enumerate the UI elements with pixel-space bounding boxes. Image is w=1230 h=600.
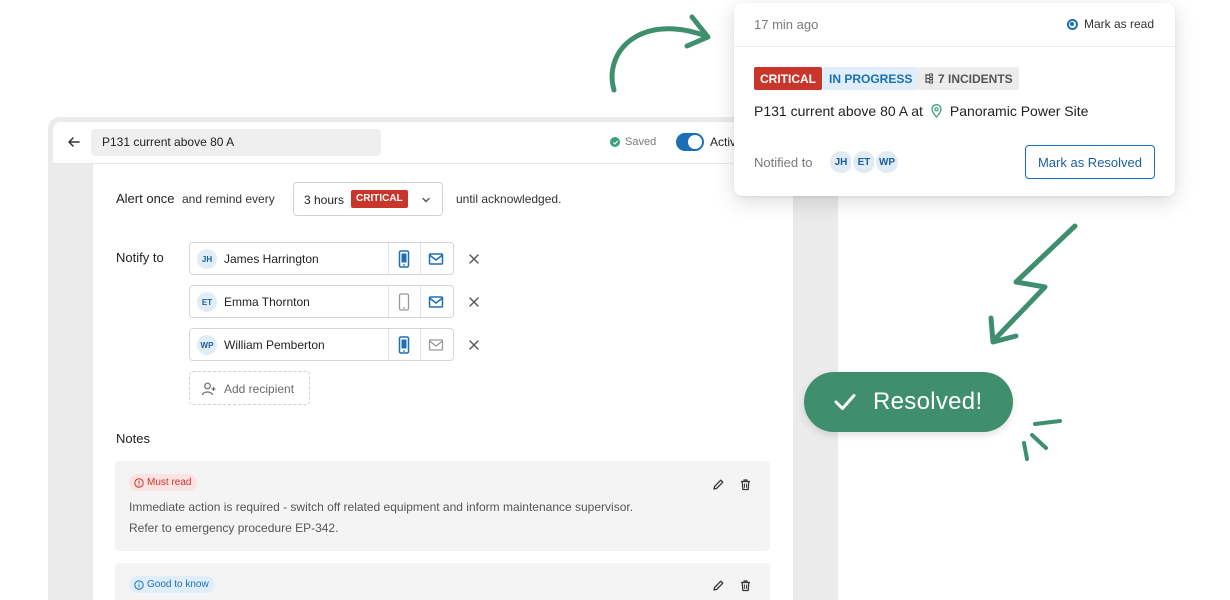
divider — [420, 286, 421, 317]
add-recipient-button[interactable]: Add recipient — [189, 371, 310, 405]
curved-arrow-icon — [609, 26, 709, 93]
divider — [420, 329, 421, 360]
until-acknowledged-label: until acknowledged. — [456, 192, 562, 206]
mark-as-read-label: Mark as read — [1083, 17, 1154, 31]
notification-message: P131 current above 80 A at Panoramic Pow… — [754, 103, 1088, 119]
divider — [388, 243, 389, 274]
message-text: P131 current above 80 A at — [754, 103, 923, 119]
notification-card: 17 min ago Mark as read CRITICAL IN PROG… — [734, 3, 1175, 196]
recipient-name: William Pemberton — [224, 338, 325, 352]
avatar: JH — [197, 249, 217, 269]
interval-value: 3 hours — [304, 193, 345, 207]
must-read-tag: Must read — [129, 474, 198, 491]
resolved-toast: Resolved! — [804, 372, 1013, 432]
delete-icon[interactable] — [739, 478, 752, 491]
mail-icon[interactable] — [428, 337, 444, 353]
recipient-name: Emma Thornton — [224, 295, 310, 309]
incidents-badge: 7 INCIDENTS — [918, 67, 1019, 90]
back-arrow-icon[interactable] — [65, 133, 83, 151]
note-text-line: Refer to emergency procedure EP-342. — [129, 521, 339, 535]
saved-status: Saved — [610, 136, 656, 148]
alert-once-label: Alert once — [116, 191, 175, 206]
alert-title-input[interactable]: P131 current above 80 A — [91, 129, 381, 156]
divider — [734, 46, 1175, 47]
saved-label: Saved — [625, 136, 657, 148]
interval-severity-badge: CRITICAL — [351, 190, 408, 208]
chevron-down-icon — [422, 197, 430, 203]
incidents-icon — [925, 73, 933, 84]
avatar: ET — [197, 292, 217, 312]
note-card: Good to know — [115, 563, 770, 600]
phone-icon[interactable] — [397, 250, 411, 268]
divider — [388, 329, 389, 360]
mark-as-resolved-button[interactable]: Mark as Resolved — [1025, 145, 1155, 179]
recipient-name: James Harrington — [224, 252, 319, 266]
recipient-row: ET Emma Thornton — [189, 285, 454, 318]
location-pin-icon — [931, 104, 942, 118]
notify-to-label: Notify to — [116, 250, 164, 265]
toggle-knob — [688, 135, 702, 149]
avatar: WP — [197, 335, 217, 355]
remove-recipient-icon[interactable] — [467, 252, 481, 266]
phone-icon[interactable] — [397, 336, 411, 354]
note-card: Must read Immediate action is required -… — [115, 461, 770, 551]
remind-every-label: and remind every — [182, 192, 275, 206]
check-icon — [834, 394, 856, 410]
recipient-row: JH James Harrington — [189, 242, 454, 275]
sparkle-right-icon — [1022, 419, 1062, 461]
app-header: P131 current above 80 A Saved Active — [53, 122, 813, 164]
active-toggle[interactable] — [676, 133, 704, 151]
edit-icon[interactable] — [712, 478, 725, 491]
stage: P131 current above 80 A Saved Active Ale… — [0, 0, 1230, 600]
remove-recipient-icon[interactable] — [467, 295, 481, 309]
mark-as-read-link[interactable]: Mark as read — [1066, 17, 1154, 31]
avatar: WP — [874, 149, 900, 175]
alert-circle-icon — [134, 477, 144, 488]
check-circle-icon — [610, 137, 620, 147]
edit-icon[interactable] — [712, 579, 725, 592]
notified-to-label: Notified to — [754, 155, 813, 170]
add-recipient-label: Add recipient — [224, 382, 295, 396]
mail-icon[interactable] — [428, 251, 444, 267]
site-name[interactable]: Panoramic Power Site — [950, 103, 1089, 119]
curved-arrow-head-icon — [684, 14, 711, 49]
note-tag-label: Good to know — [147, 579, 209, 590]
resolved-label: Resolved! — [873, 388, 983, 415]
zigzag-arrow-icon — [993, 223, 1078, 341]
incidents-label: 7 INCIDENTS — [938, 71, 1013, 86]
unread-dot-icon — [1066, 18, 1078, 30]
recipient-row: WP William Pemberton — [189, 328, 454, 361]
notes-heading: Notes — [116, 431, 150, 446]
good-to-know-tag: Good to know — [129, 576, 215, 593]
mail-icon[interactable] — [428, 294, 444, 310]
interval-select[interactable]: 3 hours CRITICAL — [293, 182, 443, 216]
add-user-icon — [201, 382, 216, 396]
note-tag-label: Must read — [147, 477, 192, 488]
zigzag-arrow-head-icon — [988, 315, 1019, 345]
phone-icon[interactable] — [397, 293, 411, 311]
delete-icon[interactable] — [739, 579, 752, 592]
severity-badge: CRITICAL — [754, 67, 822, 90]
status-badge: IN PROGRESS — [823, 67, 919, 90]
notification-time: 17 min ago — [754, 17, 819, 32]
info-circle-icon — [134, 579, 144, 590]
divider — [388, 286, 389, 317]
divider — [420, 243, 421, 274]
remove-recipient-icon[interactable] — [467, 338, 481, 352]
note-text-line: Immediate action is required - switch of… — [129, 500, 634, 514]
